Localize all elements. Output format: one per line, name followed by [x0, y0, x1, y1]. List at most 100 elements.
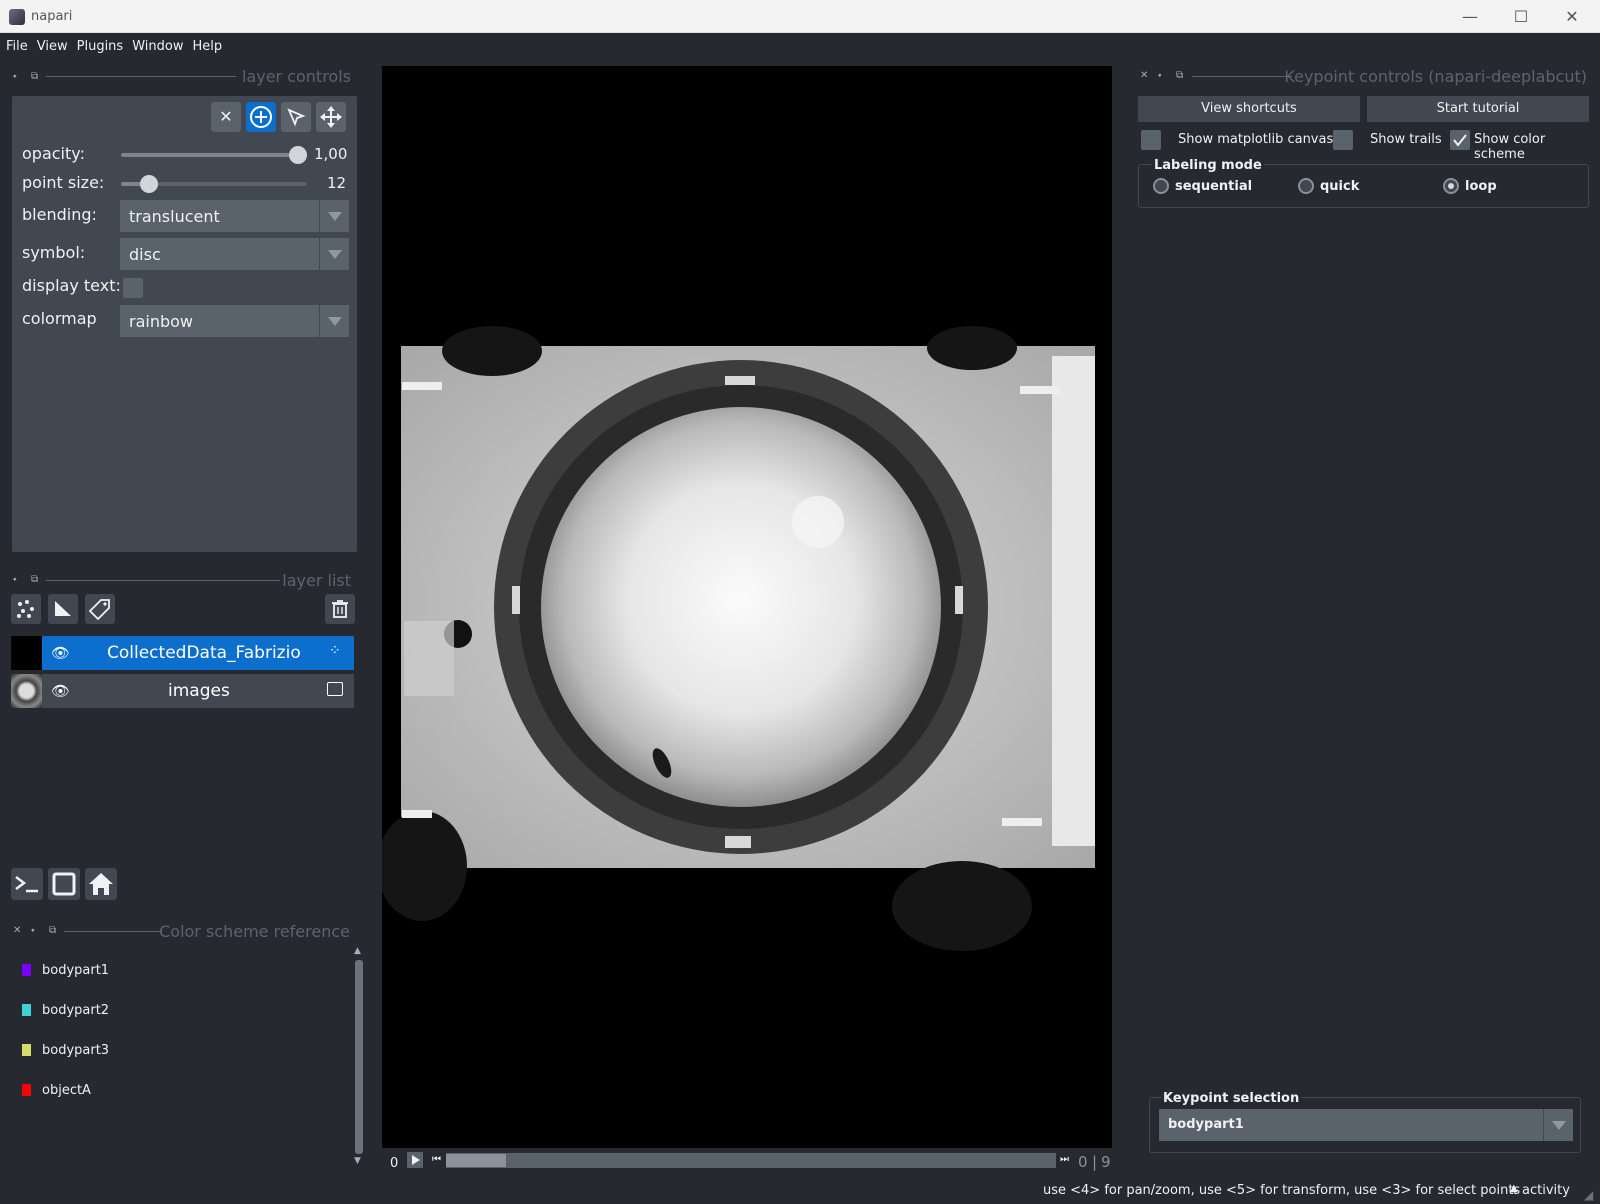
mode-loop-label: loop — [1465, 179, 1497, 194]
dims-slider[interactable] — [446, 1153, 1056, 1168]
menu-view[interactable]: View — [31, 34, 71, 54]
point-size-slider-handle[interactable] — [140, 175, 158, 193]
activity-button[interactable]: activity — [1522, 1183, 1570, 1198]
opacity-value: 1,00 — [314, 145, 348, 163]
mode-quick-label: quick — [1320, 179, 1360, 194]
scroll-down-icon[interactable]: ▼ — [354, 1156, 361, 1166]
resize-grip-icon[interactable]: ◢ — [1584, 1188, 1593, 1202]
reset-view-button[interactable] — [85, 868, 117, 900]
display-text-label: display text: — [22, 276, 121, 295]
color-scheme-scrollbar[interactable]: ▲ ▼ — [352, 946, 365, 1168]
scroll-up-icon[interactable]: ▲ — [354, 946, 361, 956]
select-points-button[interactable] — [281, 102, 311, 132]
dims-slider-max: 9 — [1101, 1153, 1111, 1171]
tag-icon — [88, 599, 110, 621]
float-icon[interactable]: ⬩ — [31, 925, 35, 936]
minimize-icon[interactable]: — — [1456, 6, 1484, 28]
dims-slider-value: 0 — [1078, 1153, 1088, 1171]
chevron-down-icon — [319, 238, 349, 270]
symbol-select[interactable]: disc — [120, 238, 349, 270]
select-arrow-icon — [287, 108, 306, 127]
scrollbar-handle[interactable] — [355, 960, 363, 1154]
eye-icon[interactable]: 👁 — [51, 644, 70, 662]
color-swatch — [22, 1044, 31, 1056]
mode-sequential-radio[interactable] — [1153, 178, 1169, 194]
undock-icon[interactable]: ⧉ — [49, 925, 56, 936]
status-hint: use <4> for pan/zoom, use <5> for transf… — [1043, 1183, 1521, 1198]
menu-plugins[interactable]: Plugins — [71, 34, 127, 54]
point-size-value: 12 — [327, 174, 347, 192]
opacity-slider-handle[interactable] — [289, 146, 307, 164]
eye-icon[interactable]: 👁 — [51, 682, 70, 700]
color-swatch — [22, 1084, 31, 1096]
new-points-layer-button[interactable] — [11, 594, 41, 624]
undock-icon[interactable]: ⧉ — [31, 71, 38, 82]
layer-row-images[interactable]: 👁 images — [11, 674, 354, 708]
menu-file[interactable]: File — [0, 34, 31, 54]
color-scheme-item: bodypart1 — [42, 963, 110, 978]
keypoint-selection-select[interactable]: bodypart1 — [1159, 1109, 1573, 1141]
float-icon[interactable]: ⬩ — [13, 574, 17, 585]
console-button[interactable] — [11, 868, 43, 900]
keypoint-controls-title-bar: Keypoint controls (napari-deeplabcut) — [1192, 67, 1587, 86]
opacity-label: opacity: — [22, 144, 85, 163]
step-back-icon[interactable]: ⏮ — [432, 1154, 444, 1167]
viewer-canvas[interactable] — [377, 66, 1112, 1148]
menu-bar: File View Plugins Window Help — [0, 34, 1600, 60]
maximize-icon[interactable]: ☐ — [1507, 6, 1535, 28]
undock-icon[interactable]: ⧉ — [1176, 70, 1183, 81]
dims-slider-handle[interactable] — [446, 1154, 506, 1167]
colormap-value: rainbow — [129, 312, 193, 331]
chevron-down-icon — [319, 305, 349, 337]
mode-quick-radio[interactable] — [1298, 178, 1314, 194]
colormap-select[interactable]: rainbow — [120, 305, 349, 337]
image-layer-type-icon — [327, 682, 343, 696]
show-color-scheme-label: Show color scheme — [1474, 132, 1546, 162]
layer-row-collecteddata[interactable]: 👁 CollectedData_Fabrizio ⁘ — [11, 636, 354, 670]
keypoint-controls-title: Keypoint controls (napari-deeplabcut) — [1284, 67, 1587, 86]
layer-thumbnail — [11, 636, 42, 670]
points-layer-type-icon: ⁘ — [329, 643, 341, 659]
add-point-icon — [250, 106, 272, 128]
show-matplotlib-checkbox[interactable] — [1141, 130, 1161, 150]
points-icon — [17, 600, 34, 618]
delete-points-button[interactable]: ✕ — [211, 102, 241, 132]
float-icon[interactable]: ⬩ — [13, 71, 17, 82]
mode-loop-radio[interactable] — [1443, 178, 1459, 194]
view-shortcuts-button[interactable]: View shortcuts — [1138, 96, 1360, 122]
display-text-checkbox[interactable] — [123, 278, 143, 298]
undock-icon[interactable]: ⧉ — [31, 574, 38, 585]
show-color-scheme-checkbox[interactable] — [1450, 130, 1470, 150]
close-icon[interactable]: ✕ — [1140, 70, 1148, 81]
play-icon — [412, 1155, 420, 1165]
color-scheme-item: bodypart2 — [42, 1003, 110, 1018]
move-icon — [320, 106, 342, 128]
add-points-button[interactable] — [246, 102, 276, 132]
napari-logo-icon — [9, 9, 25, 25]
blending-label: blending: — [22, 205, 97, 224]
show-trails-checkbox[interactable] — [1333, 130, 1353, 150]
blending-select[interactable]: translucent — [120, 200, 349, 232]
activity-arrow-icon[interactable]: ▲ — [1510, 1183, 1518, 1194]
menu-help[interactable]: Help — [186, 34, 225, 54]
layer-list-title: layer list — [282, 571, 351, 590]
keypoint-selection-value: bodypart1 — [1168, 1117, 1244, 1132]
delete-layer-button[interactable] — [325, 594, 355, 624]
color-scheme-item: objectA — [42, 1083, 91, 1098]
step-forward-icon[interactable]: ⏭ — [1060, 1154, 1072, 1167]
new-labels-layer-button[interactable] — [85, 594, 115, 624]
keypoint-selection-title: Keypoint selection — [1161, 1091, 1302, 1106]
play-button[interactable] — [407, 1152, 423, 1168]
float-icon[interactable]: ⬩ — [1158, 70, 1162, 81]
layer-thumbnail — [11, 674, 42, 708]
home-icon — [89, 873, 113, 895]
labeling-mode-title: Labeling mode — [1152, 158, 1264, 173]
new-shapes-layer-button[interactable] — [48, 594, 78, 624]
close-icon[interactable]: ✕ — [1558, 6, 1586, 28]
menu-window[interactable]: Window — [126, 34, 186, 54]
start-tutorial-button[interactable]: Start tutorial — [1367, 96, 1589, 122]
layer-controls-title: layer controls — [241, 67, 351, 86]
ndisplay-button[interactable] — [48, 868, 80, 900]
close-icon[interactable]: ✕ — [13, 925, 21, 936]
pan-zoom-button[interactable] — [316, 102, 346, 132]
